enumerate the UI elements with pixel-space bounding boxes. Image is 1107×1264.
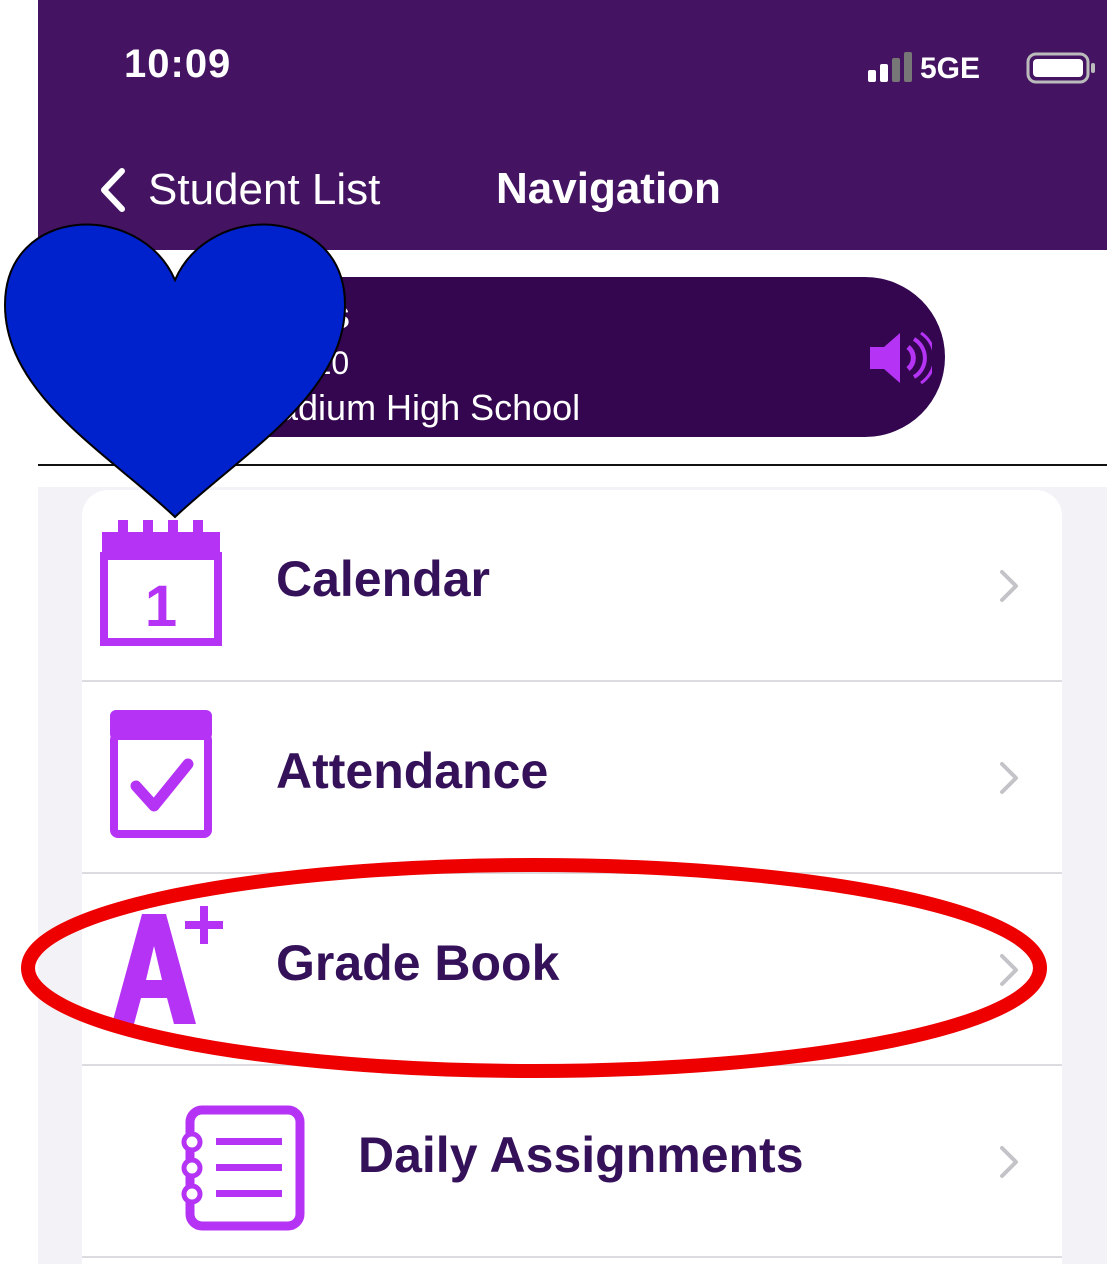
calendar-day: 1	[145, 574, 177, 639]
network-type: 5GE	[920, 52, 981, 85]
status-time: 10:09	[124, 42, 232, 86]
highlight-ellipse-annotation	[21, 858, 1047, 1078]
cellular-signal-icon	[868, 52, 912, 82]
menu-item-label: Attendance	[276, 743, 549, 799]
menu-item-daily-assignments[interactable]: Daily Assignments	[82, 1066, 1062, 1258]
daily-assignments-icon	[181, 1105, 305, 1231]
menu-item-label: Calendar	[276, 551, 490, 607]
menu-item-attendance[interactable]: Attendance	[82, 682, 1062, 874]
calendar-icon: 1	[100, 520, 222, 646]
menu-item-label: Daily Assignments	[358, 1127, 804, 1183]
page-title: Navigation	[496, 164, 721, 213]
attendance-icon	[110, 710, 212, 838]
battery-icon	[1026, 52, 1095, 84]
chevron-right-icon	[1000, 1146, 1018, 1178]
chevron-right-icon	[1000, 762, 1018, 794]
chevron-right-icon	[1000, 570, 1018, 602]
speaker-icon[interactable]	[866, 327, 932, 389]
heart-annotation-icon	[3, 223, 347, 519]
